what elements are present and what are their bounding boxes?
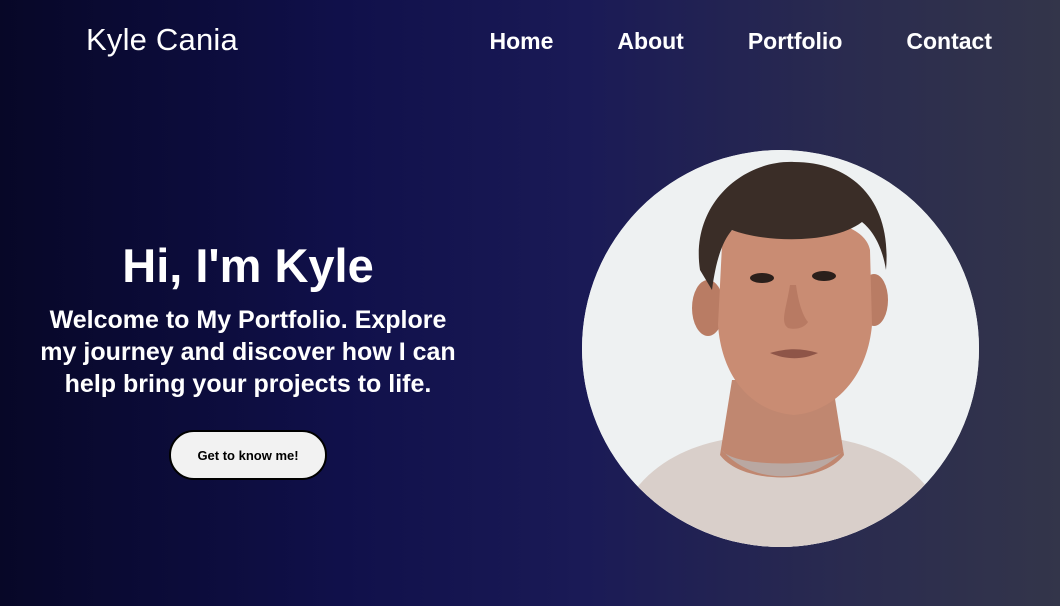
profile-photo-illustration [582,150,979,547]
nav-portfolio[interactable]: Portfolio [748,28,843,55]
main-nav: Home About Portfolio Contact [426,28,993,55]
hero-title: Hi, I'm Kyle [122,239,374,292]
nav-contact[interactable]: Contact [906,28,992,55]
nav-about[interactable]: About [617,28,683,55]
get-to-know-me-button[interactable]: Get to know me! [169,430,327,480]
profile-photo [582,150,979,547]
hero-subtitle: Welcome to My Portfolio. Explore my jour… [40,306,456,398]
nav-home[interactable]: Home [490,28,554,55]
hero-intro: Hi, I'm Kyle Welcome to My Portfolio. Ex… [40,238,456,480]
brand-logo[interactable]: Kyle Cania [86,22,238,58]
